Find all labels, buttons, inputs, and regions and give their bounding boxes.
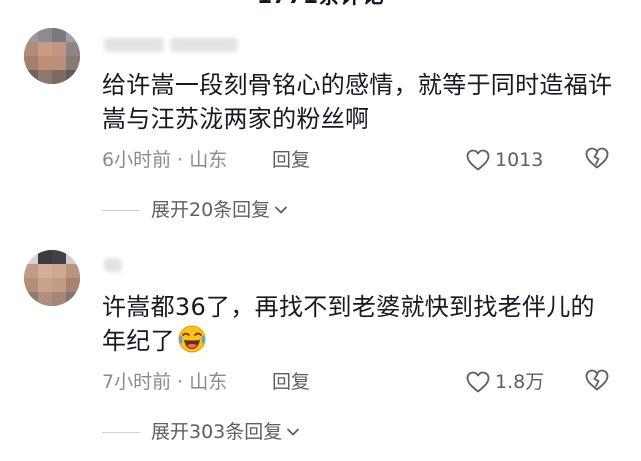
heart-outline-icon [466, 149, 490, 171]
username-blurred [170, 38, 238, 52]
expand-replies-button[interactable]: 展开20条回复 [102, 198, 290, 222]
dislike-button[interactable] [585, 147, 609, 173]
laughing-crying-emoji [178, 325, 206, 353]
reply-button[interactable]: 回复 [272, 148, 310, 172]
broken-heart-icon [585, 369, 609, 395]
broken-heart-icon [585, 147, 609, 173]
avatar[interactable] [24, 28, 80, 84]
like-button[interactable]: 1.8万 [466, 370, 544, 394]
like-count: 1.8万 [495, 371, 545, 393]
chevron-down-icon [270, 201, 290, 219]
comment-time-location: 7小时前 · 山东 [102, 371, 228, 393]
heart-outline-icon [466, 371, 490, 393]
expand-replies-label: 展开303条回复 [151, 421, 283, 443]
like-button[interactable]: 1013 [466, 148, 543, 172]
reply-button[interactable]: 回复 [272, 370, 310, 394]
expand-replies-label: 展开20条回复 [151, 199, 271, 221]
comments-count-title: 1771条评论 [0, 0, 641, 8]
like-count: 1013 [495, 149, 544, 171]
comment-time-location: 6小时前 · 山东 [102, 149, 228, 171]
comment-text: 许嵩都36了，再找不到老婆就快到找老伴儿的年纪了 [102, 290, 614, 358]
chevron-down-icon [282, 423, 302, 441]
dislike-button[interactable] [585, 369, 609, 395]
username-blurred[interactable] [104, 38, 164, 52]
expand-replies-button[interactable]: 展开303条回复 [102, 420, 302, 444]
username-blurred[interactable] [104, 258, 122, 272]
divider [102, 209, 140, 211]
divider [102, 431, 140, 433]
avatar[interactable] [24, 250, 80, 306]
comment-text: 给许嵩一段刻骨铭心的感情，就等于同时造福许嵩与汪苏泷两家的粉丝啊 [102, 71, 613, 133]
